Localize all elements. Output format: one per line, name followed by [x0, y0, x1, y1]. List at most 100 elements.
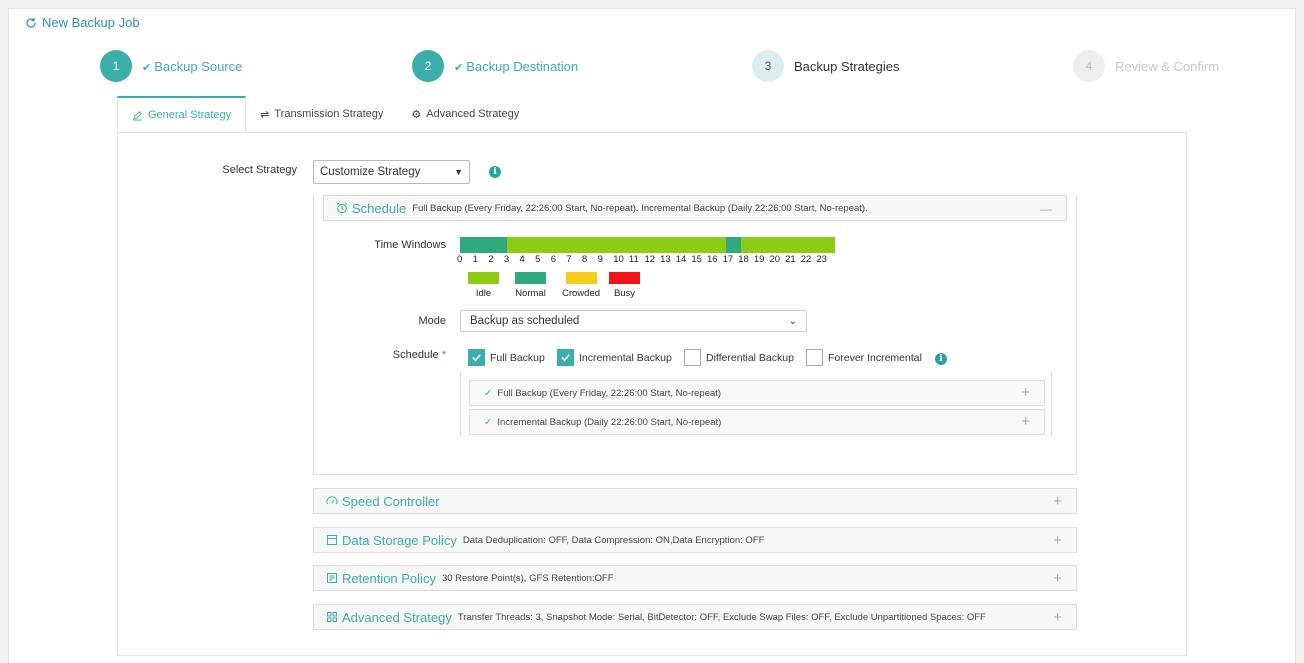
hour-tick-label: 23: [816, 254, 827, 265]
time-window-hour-5[interactable]: [538, 237, 554, 253]
step-backup-strategies[interactable]: 3 Backup Strategies: [752, 50, 900, 82]
advanced-strategy-section: Advanced Strategy Transfer Threads: 3, S…: [313, 604, 1077, 632]
plus-icon[interactable]: +: [1053, 570, 1062, 587]
alarm-clock-icon: [336, 202, 348, 214]
checkbox-unchecked-icon: [806, 349, 823, 366]
page-title-text: New Backup Job: [42, 15, 140, 30]
step-label: Backup Source: [154, 58, 243, 74]
legend-swatch: [468, 272, 499, 284]
incremental-backup-checkbox[interactable]: Incremental Backup: [557, 349, 672, 366]
step-backup-destination[interactable]: 2 ✔ Backup Destination: [412, 50, 578, 82]
time-window-hour-3[interactable]: [506, 237, 523, 253]
plus-icon[interactable]: +: [1053, 609, 1062, 626]
step-number: 1: [100, 50, 132, 82]
time-window-hour-8[interactable]: [585, 237, 601, 253]
check-icon: ✓: [484, 416, 493, 428]
schedule-label: Schedule *: [360, 349, 446, 361]
mode-label: Mode: [418, 315, 446, 327]
hour-tick-label: 8: [582, 254, 588, 265]
time-window-hour-13[interactable]: [663, 237, 679, 253]
forever-incremental-checkbox[interactable]: Forever Incremental: [806, 349, 922, 366]
info-icon[interactable]: i: [935, 353, 947, 365]
hour-tick-label: 4: [519, 254, 525, 265]
step-label: Review & Confirm: [1115, 58, 1220, 74]
time-window-hour-12[interactable]: [647, 237, 664, 253]
hour-tick-label: 17: [722, 254, 734, 265]
hour-tick-label: 20: [769, 254, 781, 265]
settings-icon: ⚙: [411, 108, 422, 121]
hour-tick-label: 3: [503, 254, 510, 265]
time-window-hour-14[interactable]: [678, 237, 695, 253]
mode-select[interactable]: Backup as scheduled ⌄: [460, 310, 807, 332]
time-window-hour-11[interactable]: [631, 237, 648, 253]
time-window-hour-2[interactable]: [491, 237, 507, 253]
data-storage-policy-header[interactable]: Data Storage Policy Data Deduplication: …: [313, 527, 1077, 553]
check-icon: ✔: [142, 61, 152, 74]
legend-label: Normal: [515, 288, 546, 299]
time-window-hour-6[interactable]: [553, 237, 570, 253]
legend-swatch: [515, 272, 546, 284]
time-window-hour-1[interactable]: [475, 237, 492, 253]
collapse-icon[interactable]: —: [1040, 202, 1052, 216]
time-window-hour-7[interactable]: [569, 237, 585, 253]
hour-tick-label: 2: [488, 254, 494, 265]
schedule-item-incremental-backup[interactable]: ✓ Incremental Backup (Daily 22:26:00 Sta…: [469, 409, 1045, 435]
step-backup-source[interactable]: 1 ✔ Backup Source: [100, 50, 242, 82]
check-icon: ✓: [484, 387, 493, 399]
plus-icon[interactable]: +: [1021, 413, 1030, 430]
legend-swatch: [609, 272, 640, 284]
schedule-item-full-backup[interactable]: ✓ Full Backup (Every Friday, 22:26:00 St…: [469, 380, 1045, 406]
time-window-hour-16[interactable]: [710, 237, 726, 253]
time-window-hour-15[interactable]: [694, 237, 710, 253]
section-summary: Transfer Threads: 3, Snapshot Mode: Seri…: [457, 611, 986, 623]
plus-icon[interactable]: +: [1053, 532, 1062, 549]
tab-label: General Strategy: [148, 109, 232, 121]
legend-item-idle: Idle: [468, 272, 499, 299]
time-window-hour-10[interactable]: [616, 237, 632, 253]
hour-tick-label: 10: [613, 254, 624, 265]
section-title: Schedule: [352, 200, 407, 216]
tab-general-strategy[interactable]: General Strategy: [117, 96, 247, 133]
grid-icon: [327, 612, 337, 622]
mode-select-value: Backup as scheduled: [470, 315, 580, 327]
info-icon[interactable]: i: [489, 166, 501, 178]
time-window-hour-4[interactable]: [522, 237, 539, 253]
schedule-section-header[interactable]: Schedule Full Backup (Every Friday, 22:2…: [323, 195, 1067, 221]
time-window-hour-0[interactable]: [460, 237, 476, 253]
time-window-hour-23[interactable]: [819, 237, 835, 253]
time-window-hour-19[interactable]: [756, 237, 773, 253]
section-title: Speed Controller: [342, 493, 440, 509]
hour-tick-label: 6: [550, 254, 557, 265]
step-review-confirm[interactable]: 4 Review & Confirm: [1073, 50, 1219, 82]
full-backup-checkbox[interactable]: Full Backup: [468, 349, 545, 366]
differential-backup-checkbox[interactable]: Differential Backup: [684, 349, 794, 366]
tab-advanced-strategy[interactable]: ⚙ Advanced Strategy: [397, 96, 533, 132]
chevron-down-icon: ⌄: [788, 315, 797, 327]
hour-tick-label: 16: [707, 254, 718, 265]
time-window-hour-22[interactable]: [803, 237, 820, 253]
time-window-hour-9[interactable]: [600, 237, 617, 253]
schedule-list: ✓ Full Backup (Every Friday, 22:26:00 St…: [460, 371, 1052, 437]
schedule-label-text: Schedule: [392, 349, 439, 361]
advanced-strategy-header[interactable]: Advanced Strategy Transfer Threads: 3, S…: [313, 604, 1077, 630]
time-window-hour-20[interactable]: [772, 237, 789, 253]
gauge-icon: [326, 496, 338, 505]
time-windows-label: Time Windows: [374, 239, 446, 251]
page-title[interactable]: New Backup Job: [25, 15, 140, 30]
checkbox-unchecked-icon: [684, 349, 701, 366]
speed-controller-header[interactable]: Speed Controller +: [313, 488, 1077, 514]
select-strategy-label: Select Strategy: [222, 164, 297, 176]
checkbox-label: Incremental Backup: [579, 351, 672, 364]
retention-policy-header[interactable]: Retention Policy 30 Restore Point(s), GF…: [313, 565, 1077, 591]
legend-swatch: [565, 272, 597, 284]
schedule-item-label: Full Backup (Every Friday, 22:26:00 Star…: [497, 387, 722, 399]
plus-icon[interactable]: +: [1053, 493, 1062, 510]
time-window-hour-21[interactable]: [788, 237, 804, 253]
tab-label: Transmission Strategy: [274, 108, 384, 120]
tab-transmission-strategy[interactable]: ⇌ Transmission Strategy: [246, 96, 397, 132]
time-windows-bar[interactable]: [460, 237, 835, 253]
time-window-hour-18[interactable]: [741, 237, 757, 253]
plus-icon[interactable]: +: [1021, 384, 1030, 401]
time-window-hour-17[interactable]: [725, 237, 742, 253]
strategy-select[interactable]: Customize Strategy ▼: [313, 160, 470, 184]
